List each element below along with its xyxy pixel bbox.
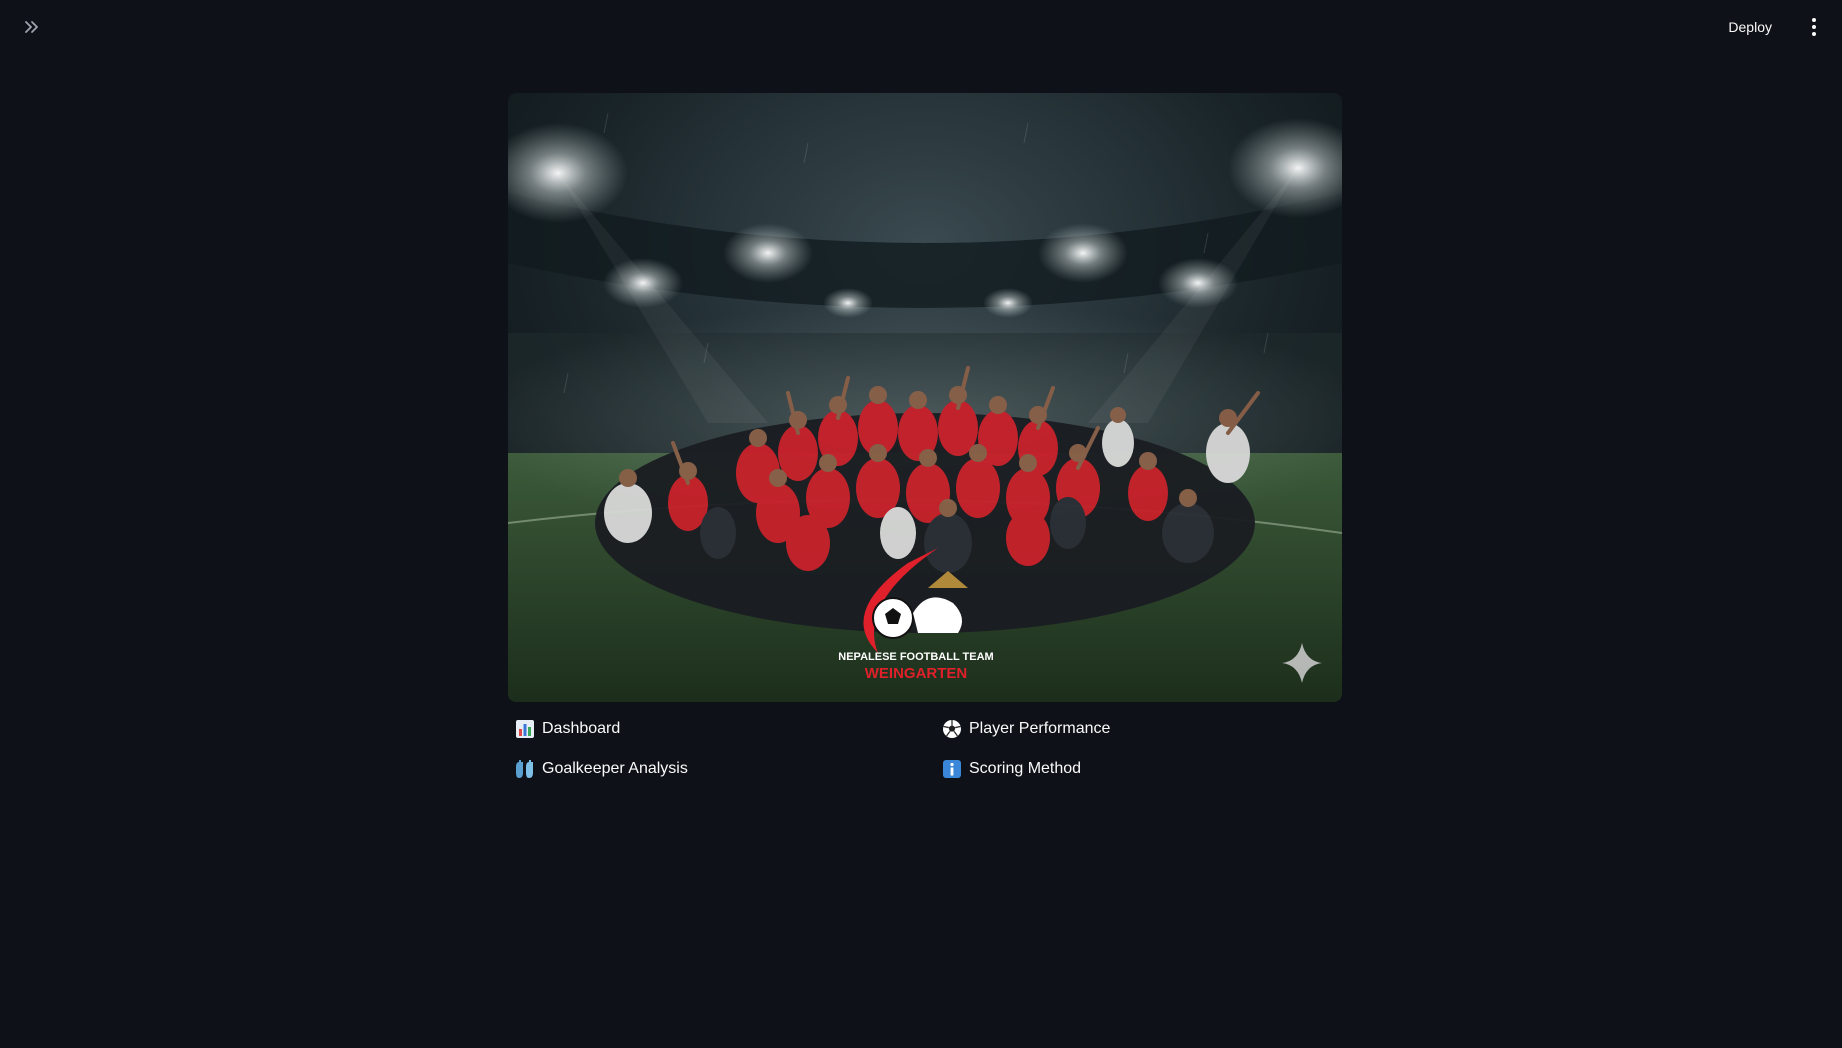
app-root: Deploy NEPALESE FOOTBALL TEAM WEINGARTEN…: [0, 0, 1842, 1048]
info-icon: [941, 758, 963, 780]
main-menu-button[interactable]: [1800, 14, 1828, 40]
page-link-player-performance[interactable]: Player Performance: [935, 712, 1116, 746]
bar-chart-icon: [514, 718, 536, 740]
logo-text-line2: WEINGARTEN: [865, 665, 968, 682]
page-link-scoring-method[interactable]: Scoring Method: [935, 752, 1087, 786]
page-link-label: Player Performance: [969, 720, 1111, 737]
sidebar-toggle-button[interactable]: [18, 14, 46, 40]
logo-text-line1: NEPALESE FOOTBALL TEAM: [838, 651, 993, 663]
page-link-label: Dashboard: [542, 720, 621, 737]
page-link-label: Goalkeeper Analysis: [542, 760, 688, 777]
page-link-label: Scoring Method: [969, 760, 1082, 777]
deploy-button[interactable]: Deploy: [1718, 14, 1782, 40]
app-header: Deploy: [0, 0, 1842, 52]
page-link-goalkeeper-analysis[interactable]: Goalkeeper Analysis: [508, 752, 694, 786]
soccer-ball-icon: [941, 718, 963, 740]
gloves-icon: [514, 758, 536, 780]
vertical-dots-icon: [1812, 18, 1816, 36]
double-chevron-right-icon: [25, 21, 38, 33]
page-link-dashboard[interactable]: Dashboard: [508, 712, 626, 746]
team-photo-banner: NEPALESE FOOTBALL TEAM WEINGARTEN: [508, 93, 1342, 702]
